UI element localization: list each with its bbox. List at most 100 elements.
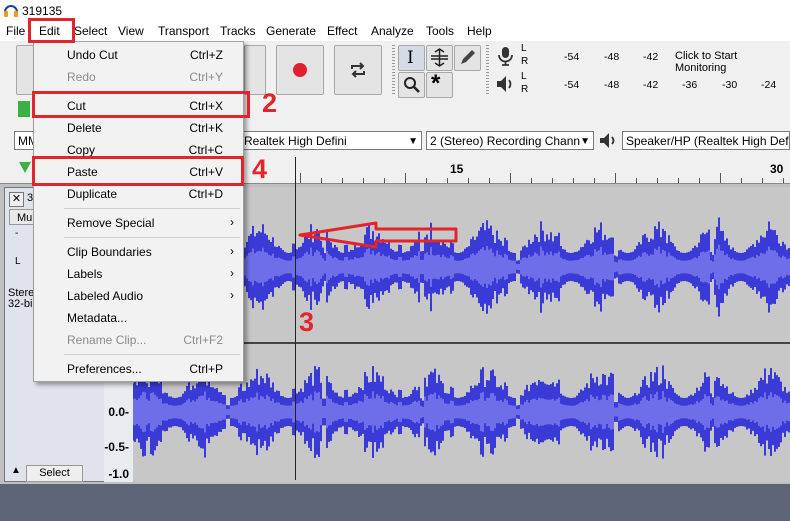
recording-channels-combo[interactable]: 2 (Stereo) Recording Chann ▼	[426, 131, 594, 150]
chevron-right-icon: ›	[230, 266, 234, 280]
annotation-step-4: 4	[252, 154, 268, 184]
menu-tracks[interactable]: Tracks	[220, 24, 256, 38]
menu-generate[interactable]: Generate	[266, 24, 316, 38]
play-meter-right-label: R	[521, 84, 529, 95]
record-meter-right-label: R	[521, 56, 529, 67]
edit-cursor-line	[295, 157, 296, 480]
timeline-tick	[531, 178, 532, 183]
menu-item-labeled-audio[interactable]: Labeled Audio ›	[34, 285, 243, 307]
recording-device-combo[interactable]: Realtek High Defini ▼	[240, 131, 422, 150]
playback-device-icon	[598, 131, 618, 150]
record-meter-button[interactable]	[494, 45, 518, 69]
track-info-bitdepth: 32-bi	[8, 298, 33, 310]
timeline-tick	[426, 178, 427, 183]
timeline-label: 15	[450, 162, 464, 176]
menu-select[interactable]: Select	[74, 24, 107, 38]
timeline-tick	[321, 178, 322, 183]
play-meter-tick: -42	[643, 79, 659, 91]
draw-tool-button[interactable]	[454, 45, 481, 71]
timeline-tick	[384, 178, 385, 183]
menu-item-duplicate[interactable]: Duplicate Ctrl+D	[34, 183, 243, 205]
record-meter-tick: -42	[643, 51, 659, 63]
zoom-tool-button[interactable]	[398, 72, 425, 98]
collapse-track-icon[interactable]: ▲	[8, 465, 24, 479]
menu-separator	[64, 237, 240, 238]
play-meter-button[interactable]	[494, 73, 518, 97]
loop-icon	[351, 62, 365, 78]
scale-label: -0.5-	[104, 440, 129, 454]
menu-item-metadata[interactable]: Metadata...	[34, 307, 243, 329]
magnifier-icon	[404, 77, 420, 93]
annotation-box-paste	[32, 156, 244, 186]
timeline-tick	[342, 178, 343, 183]
menu-item-clip-boundaries[interactable]: Clip Boundaries ›	[34, 241, 243, 263]
chevron-down-icon: ▼	[408, 136, 418, 147]
menu-help[interactable]: Help	[467, 24, 492, 38]
envelope-icon	[431, 48, 448, 67]
select-track-button[interactable]: Select	[26, 465, 83, 482]
play-meter-tick: -30	[722, 79, 738, 91]
track-close-button[interactable]: ✕	[9, 192, 24, 207]
play-icon	[18, 101, 30, 117]
menu-bar: File Edit Select View Transport Tracks G…	[0, 22, 790, 41]
title-bar: 319135	[0, 0, 790, 22]
window-title: 319135	[22, 4, 63, 18]
timeline-tick	[447, 178, 448, 183]
chevron-right-icon: ›	[230, 215, 234, 229]
speaker-icon	[600, 133, 615, 148]
menu-item-preferences[interactable]: Preferences... Ctrl+P	[34, 358, 243, 380]
record-icon	[293, 63, 307, 77]
toolbar-grip[interactable]	[392, 45, 395, 95]
timeline-tick	[741, 178, 742, 183]
menu-separator	[64, 354, 240, 355]
pencil-icon	[461, 50, 475, 64]
menu-analyze[interactable]: Analyze	[371, 24, 414, 38]
record-meter-hint: Click to Start Monitoring	[675, 50, 738, 74]
selection-tool-button[interactable]: I	[398, 45, 425, 71]
record-meter-tick: -48	[604, 51, 620, 63]
multi-tool-button[interactable]: *	[426, 70, 453, 98]
menu-effect[interactable]: Effect	[327, 24, 357, 38]
timeline-tick	[783, 178, 784, 183]
timeline-tick	[762, 178, 763, 183]
pan-left-label: L	[15, 256, 21, 267]
timeline-tick	[720, 173, 721, 183]
status-strip	[0, 484, 790, 521]
microphone-icon	[498, 47, 513, 66]
play-meter-tick: -48	[604, 79, 620, 91]
envelope-tool-button[interactable]	[426, 45, 453, 71]
timeline-tick	[489, 178, 490, 183]
timeline-label: 30	[770, 162, 784, 176]
timeline-tick	[594, 178, 595, 183]
audacity-logo-icon	[4, 5, 18, 17]
menu-transport[interactable]: Transport	[158, 24, 209, 38]
timeline-tick	[552, 178, 553, 183]
menu-tools[interactable]: Tools	[426, 24, 454, 38]
play-meter-tick: -24	[761, 79, 777, 91]
record-button[interactable]	[276, 45, 324, 95]
asterisk-icon: *	[431, 70, 441, 97]
timeline-tick	[405, 173, 406, 183]
play-meter-left-label: L	[521, 71, 527, 82]
menu-item-rename-clip: Rename Clip... Ctrl+F2	[67, 333, 223, 347]
menu-item-undo-cut[interactable]: Undo Cut Ctrl+Z	[34, 44, 243, 66]
timeline-tick	[363, 178, 364, 183]
scale-label: -1.0	[108, 467, 129, 481]
timeline-tick	[657, 178, 658, 183]
loop-button[interactable]	[334, 45, 382, 95]
menu-item-delete[interactable]: Delete Ctrl+K	[34, 117, 243, 139]
mute-button[interactable]: Mu	[9, 209, 36, 225]
annotation-box-edit	[28, 18, 75, 43]
annotation-step-2: 2	[262, 88, 278, 118]
toolbar-grip[interactable]	[486, 72, 489, 96]
scale-label: 0.0-	[108, 405, 129, 419]
menu-item-labels[interactable]: Labels ›	[34, 263, 243, 285]
playback-device-combo[interactable]: Speaker/HP (Realtek High Defin	[622, 131, 790, 150]
timeline-tick	[510, 173, 511, 183]
menu-item-remove-special[interactable]: Remove Special ›	[34, 212, 243, 234]
menu-file[interactable]: File	[6, 24, 25, 38]
menu-separator	[64, 208, 240, 209]
play-meter[interactable]: -54 -48 -42 -36 -30 -24	[531, 73, 790, 97]
record-meter[interactable]: -54 -48 -42 Click to Start Monitoring	[531, 45, 790, 74]
menu-view[interactable]: View	[118, 24, 144, 38]
